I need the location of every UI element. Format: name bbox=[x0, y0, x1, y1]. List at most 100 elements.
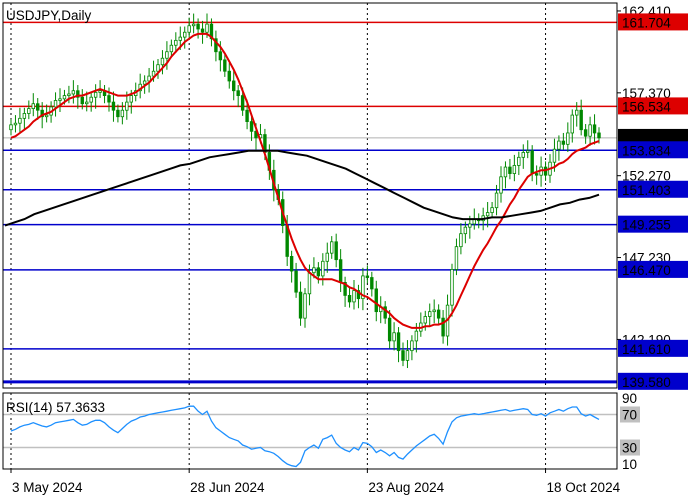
candle-body bbox=[62, 95, 67, 100]
candle-body bbox=[414, 330, 419, 342]
candle-body bbox=[187, 25, 191, 33]
rsi-tick-label: 90 bbox=[622, 391, 637, 406]
candle-body bbox=[530, 150, 534, 174]
candle-body bbox=[561, 140, 566, 145]
candle-body bbox=[588, 124, 592, 137]
candle-body bbox=[107, 95, 111, 103]
candle-body bbox=[85, 101, 89, 105]
level-tag-label: 146.470 bbox=[622, 263, 671, 278]
rsi-tick-label: 70 bbox=[622, 407, 637, 422]
level-tag-label: 139.580 bbox=[622, 375, 671, 390]
candle-body bbox=[93, 91, 98, 98]
candle-body bbox=[200, 28, 205, 33]
candle-body bbox=[169, 44, 174, 53]
rsi-label: RSI(14) 57.3633 bbox=[6, 400, 105, 415]
candle-body bbox=[401, 350, 405, 361]
candle-body bbox=[463, 226, 468, 235]
candle-body bbox=[575, 109, 579, 116]
candle-body bbox=[218, 51, 223, 61]
time-tick-label: 3 May 2024 bbox=[12, 480, 83, 495]
candle-body bbox=[53, 100, 58, 108]
candle-body bbox=[557, 140, 561, 150]
candle-body bbox=[22, 113, 27, 119]
candle-body bbox=[196, 23, 200, 30]
candle-body bbox=[89, 96, 93, 103]
candle-body bbox=[18, 117, 22, 124]
rsi-tick-label: 10 bbox=[622, 457, 637, 472]
candle-body bbox=[374, 288, 378, 313]
level-tag-label: 141.610 bbox=[622, 342, 671, 357]
candle-body bbox=[512, 165, 517, 174]
candle-body bbox=[370, 277, 374, 290]
candle-body bbox=[521, 152, 525, 158]
candle-body bbox=[142, 80, 147, 85]
candle-body bbox=[365, 275, 370, 278]
candle-body bbox=[223, 59, 227, 72]
candle-body bbox=[174, 39, 178, 46]
candle-body bbox=[459, 233, 463, 248]
candle-body bbox=[387, 317, 392, 342]
candle-body bbox=[352, 290, 356, 303]
candle-body bbox=[111, 101, 116, 111]
candle-body bbox=[423, 316, 427, 324]
candle-body bbox=[526, 150, 530, 153]
candle-body bbox=[517, 156, 521, 166]
candle-body bbox=[13, 122, 18, 126]
candle-body bbox=[485, 212, 490, 217]
candle-body bbox=[552, 148, 557, 163]
candle-body bbox=[396, 332, 401, 352]
level-tag-label: 161.704 bbox=[622, 15, 671, 30]
candle-body bbox=[303, 293, 307, 319]
candle-body bbox=[178, 36, 182, 41]
level-tag-label: 149.255 bbox=[622, 218, 671, 233]
candle-body bbox=[597, 132, 601, 139]
candle-body bbox=[592, 124, 597, 134]
candle-body bbox=[347, 295, 352, 303]
candle-body bbox=[289, 256, 294, 272]
candle-body bbox=[325, 252, 329, 262]
candle-body bbox=[494, 192, 499, 209]
candle-body bbox=[116, 109, 120, 118]
candle-body bbox=[468, 223, 472, 228]
candle-body bbox=[307, 272, 312, 295]
candle-body bbox=[321, 260, 325, 277]
time-tick-label: 23 Aug 2024 bbox=[368, 480, 444, 495]
candle-body bbox=[80, 96, 84, 105]
candle-body bbox=[191, 23, 196, 27]
candle-body bbox=[338, 259, 343, 283]
candle-body bbox=[236, 90, 240, 96]
level-tag-label: 151.403 bbox=[622, 183, 671, 198]
candle-body bbox=[405, 350, 410, 361]
ema-fast-line bbox=[10, 32, 600, 329]
candle-body bbox=[499, 176, 503, 194]
candle-body bbox=[490, 207, 494, 213]
usdjpy-daily-chart: 162.410157.370152.270147.230142.190 9070… bbox=[2, 2, 688, 495]
candle-body bbox=[31, 103, 35, 109]
candle-body bbox=[450, 269, 454, 306]
candle-body bbox=[156, 64, 160, 72]
candle-body bbox=[294, 270, 298, 293]
level-lines bbox=[3, 21, 617, 384]
candle-body bbox=[570, 114, 574, 134]
main-panel-frame bbox=[2, 2, 618, 389]
candles bbox=[9, 13, 601, 369]
candle-body bbox=[9, 124, 13, 131]
candle-body bbox=[410, 340, 414, 352]
candle-body bbox=[316, 267, 321, 277]
candle-body bbox=[392, 332, 396, 342]
candle-body bbox=[454, 246, 459, 270]
candle-body bbox=[129, 95, 133, 103]
candle-body bbox=[125, 101, 129, 111]
candle-body bbox=[205, 23, 209, 33]
level-tag-label: 153.834 bbox=[622, 143, 671, 158]
candle-body bbox=[534, 173, 539, 176]
candle-body bbox=[312, 267, 316, 274]
candle-body bbox=[98, 90, 102, 93]
candle-body bbox=[227, 70, 231, 82]
candle-body bbox=[428, 311, 432, 317]
candle-body bbox=[160, 57, 165, 66]
rsi-axis-labels: 9070 3010 bbox=[620, 391, 640, 472]
candle-body bbox=[245, 109, 249, 122]
time-tick-label: 18 Oct 2024 bbox=[547, 480, 621, 495]
candle-body bbox=[334, 241, 338, 261]
